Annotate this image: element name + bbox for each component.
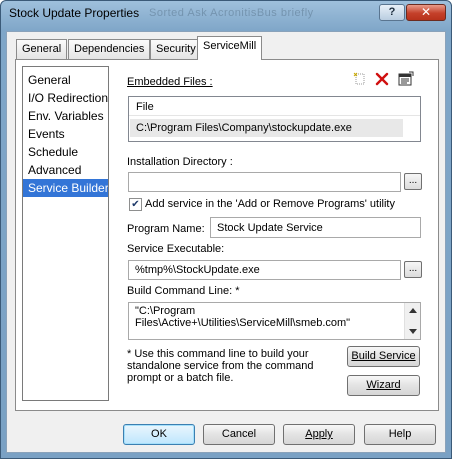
properties-window: Stock Update Properties Sorted Ask Acron… — [0, 0, 452, 459]
cancel-button[interactable]: Cancel — [203, 424, 275, 445]
build-command-line-label: Build Command Line: * — [127, 285, 240, 297]
note-line-2: standalone service from the command — [127, 360, 314, 372]
service-executable-browse-button[interactable]: ... — [404, 261, 422, 278]
settings-category-list[interactable]: General I/O Redirection Env. Variables E… — [22, 66, 109, 401]
service-executable-label: Service Executable: — [127, 243, 225, 255]
dialog-client-area: General Dependencies Security ServiceMil… — [6, 31, 446, 453]
nav-item-advanced[interactable]: Advanced — [23, 161, 108, 179]
file-column-header-label: File — [136, 101, 154, 113]
tab-label: Security — [156, 43, 196, 55]
installation-directory-label-text: Installation Directory : — [127, 156, 233, 168]
apply-label: Apply — [305, 428, 333, 440]
installation-directory-browse-button[interactable]: ... — [404, 173, 422, 190]
nav-item-io-redirection[interactable]: I/O Redirection — [23, 89, 108, 107]
wizard-label: Wizard — [366, 379, 401, 391]
wizard-button[interactable]: Wizard — [347, 375, 420, 396]
nav-item-general[interactable]: General — [23, 71, 108, 89]
apply-button[interactable]: Apply — [283, 424, 355, 445]
embedded-file-path: C:\Program Files\Company\stockupdate.exe — [136, 122, 352, 134]
new-file-icon[interactable] — [353, 72, 367, 86]
file-column-header[interactable]: File — [129, 97, 420, 116]
embedded-files-label-text: Embedded Files : — [127, 76, 213, 88]
delete-icon[interactable] — [375, 72, 389, 86]
nav-item-env-variables[interactable]: Env. Variables — [23, 107, 108, 125]
embedded-files-list[interactable]: File C:\Program Files\Company\stockupdat… — [128, 96, 421, 142]
ok-button[interactable]: OK — [123, 424, 195, 445]
service-executable-value: %tmp%\StockUpdate.exe — [135, 264, 260, 276]
nav-item-schedule[interactable]: Schedule — [23, 143, 108, 161]
build-service-label: Build Service — [351, 350, 416, 362]
program-name-label: Program Name: — [127, 223, 205, 235]
build-service-button[interactable]: Build Service — [347, 346, 420, 367]
tab-dependencies[interactable]: Dependencies — [68, 39, 151, 59]
note-line-3: prompt or a batch file. — [127, 372, 234, 384]
build-command-note: * Use this command line to build your st… — [127, 348, 313, 384]
tab-servicemill[interactable]: ServiceMill — [197, 36, 263, 60]
tab-label: Dependencies — [74, 43, 145, 55]
embedded-file-row[interactable]: C:\Program Files\Company\stockupdate.exe — [130, 119, 403, 137]
scroll-down-arrow-icon[interactable] — [409, 329, 417, 334]
close-button[interactable]: ✕ — [406, 4, 446, 21]
tab-label: General — [22, 43, 62, 55]
build-command-line-textarea[interactable]: "C:\Program Files\Active+\Utilities\Serv… — [128, 302, 421, 340]
help-button[interactable]: Help — [364, 424, 436, 445]
tab-general[interactable]: General — [16, 39, 68, 59]
build-command-line-1: "C:\Program — [135, 305, 196, 317]
tab-label: ServiceMill — [203, 40, 257, 52]
scroll-up-arrow-icon[interactable] — [409, 308, 417, 313]
tab-security[interactable]: Security — [150, 39, 202, 59]
title-bar[interactable]: Stock Update Properties Sorted Ask Acron… — [1, 1, 451, 27]
build-command-line-2: Files\Active+\Utilities\ServiceMill\smeb… — [135, 317, 351, 329]
installation-directory-label: Installation Directory : — [127, 156, 233, 168]
program-name-input[interactable]: Stock Update Service — [210, 217, 421, 238]
title-bar-background-text: Sorted Ask AcronitisBus briefly — [149, 7, 314, 19]
window-title: Stock Update Properties — [9, 6, 140, 20]
installation-directory-input[interactable] — [128, 172, 401, 192]
nav-item-service-builder[interactable]: Service Builder — [23, 179, 108, 197]
add-remove-programs-label: Add service in the 'Add or Remove Progra… — [145, 198, 395, 210]
properties-icon[interactable] — [398, 71, 414, 86]
build-command-scrollbar[interactable] — [404, 303, 420, 339]
embedded-files-label: Embedded Files : — [127, 76, 213, 88]
program-name-value: Stock Update Service — [217, 222, 323, 234]
add-remove-programs-checkbox[interactable]: ✔ — [129, 198, 142, 211]
nav-item-events[interactable]: Events — [23, 125, 108, 143]
service-executable-input[interactable]: %tmp%\StockUpdate.exe — [128, 260, 401, 280]
note-line-1: * Use this command line to build your — [127, 348, 309, 360]
title-help-button[interactable]: ? — [379, 4, 405, 21]
